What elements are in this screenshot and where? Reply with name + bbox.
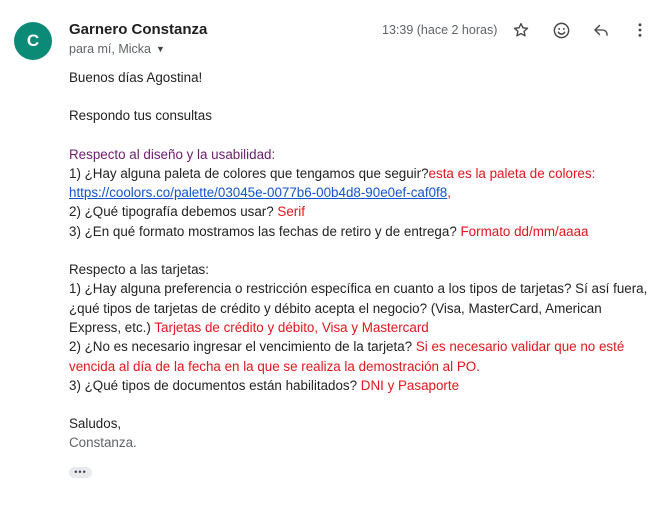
answer-documents: DNI y Pasaporte <box>360 377 460 393</box>
intro-line: Respondo tus consultas <box>69 108 212 124</box>
more-vert-icon <box>638 23 642 37</box>
show-trimmed-content-button[interactable]: ••• <box>69 467 92 478</box>
question-card-expiry: 2) ¿No es necesario ingresar el vencimie… <box>69 339 625 374</box>
palette-link[interactable]: https://coolors.co/palette/03045e-0077b6… <box>69 185 447 200</box>
answer-typography: Serif <box>277 204 305 220</box>
answer-date-format: Formato dd/mm/aaaa <box>460 223 589 239</box>
reply-icon <box>594 24 608 36</box>
section-title-design: Respecto al diseño y la usabilidad: <box>69 146 276 162</box>
answer-card-types: Tarjetas de crédito y débito, Visa y Mas… <box>154 319 429 335</box>
question-typography: 2) ¿Qué tipografía debemos usar? Serif <box>69 204 305 220</box>
avatar[interactable]: C <box>14 22 52 60</box>
question-card-types: 1) ¿Hay alguna preferencia o restricción… <box>69 281 648 335</box>
star-button[interactable] <box>509 18 533 42</box>
question-documents: 3) ¿Qué tipos de documentos están habili… <box>69 377 460 393</box>
greeting: Buenos días Agostina! <box>69 70 203 85</box>
emoji-icon <box>553 22 569 38</box>
reply-button[interactable] <box>589 18 613 42</box>
email-body: Buenos días Agostina! Respondo tus consu… <box>69 68 654 480</box>
timestamp: 13:39 (hace 2 horas) <box>382 23 498 37</box>
question-date-format: 3) ¿En qué formato mostramos las fechas … <box>69 223 589 239</box>
more-options-button[interactable] <box>628 18 652 42</box>
recipient-text: para mí, Micka <box>69 42 151 56</box>
signature: Constanza. <box>69 435 137 451</box>
question-palette: 1) ¿Hay alguna paleta de colores que ten… <box>69 165 596 201</box>
section-title-cards: Respecto a las tarjetas: <box>69 262 209 278</box>
answer-palette: esta es la paleta de colores: <box>428 165 596 181</box>
star-icon <box>513 22 529 37</box>
chevron-down-icon[interactable]: ▼ <box>156 44 165 54</box>
emoji-reaction-button[interactable] <box>549 18 573 42</box>
sender-name[interactable]: Garnero Constanza <box>69 21 207 38</box>
closing: Saludos, <box>69 416 122 432</box>
recipient-line: para mí, Micka ▼ <box>69 42 165 56</box>
